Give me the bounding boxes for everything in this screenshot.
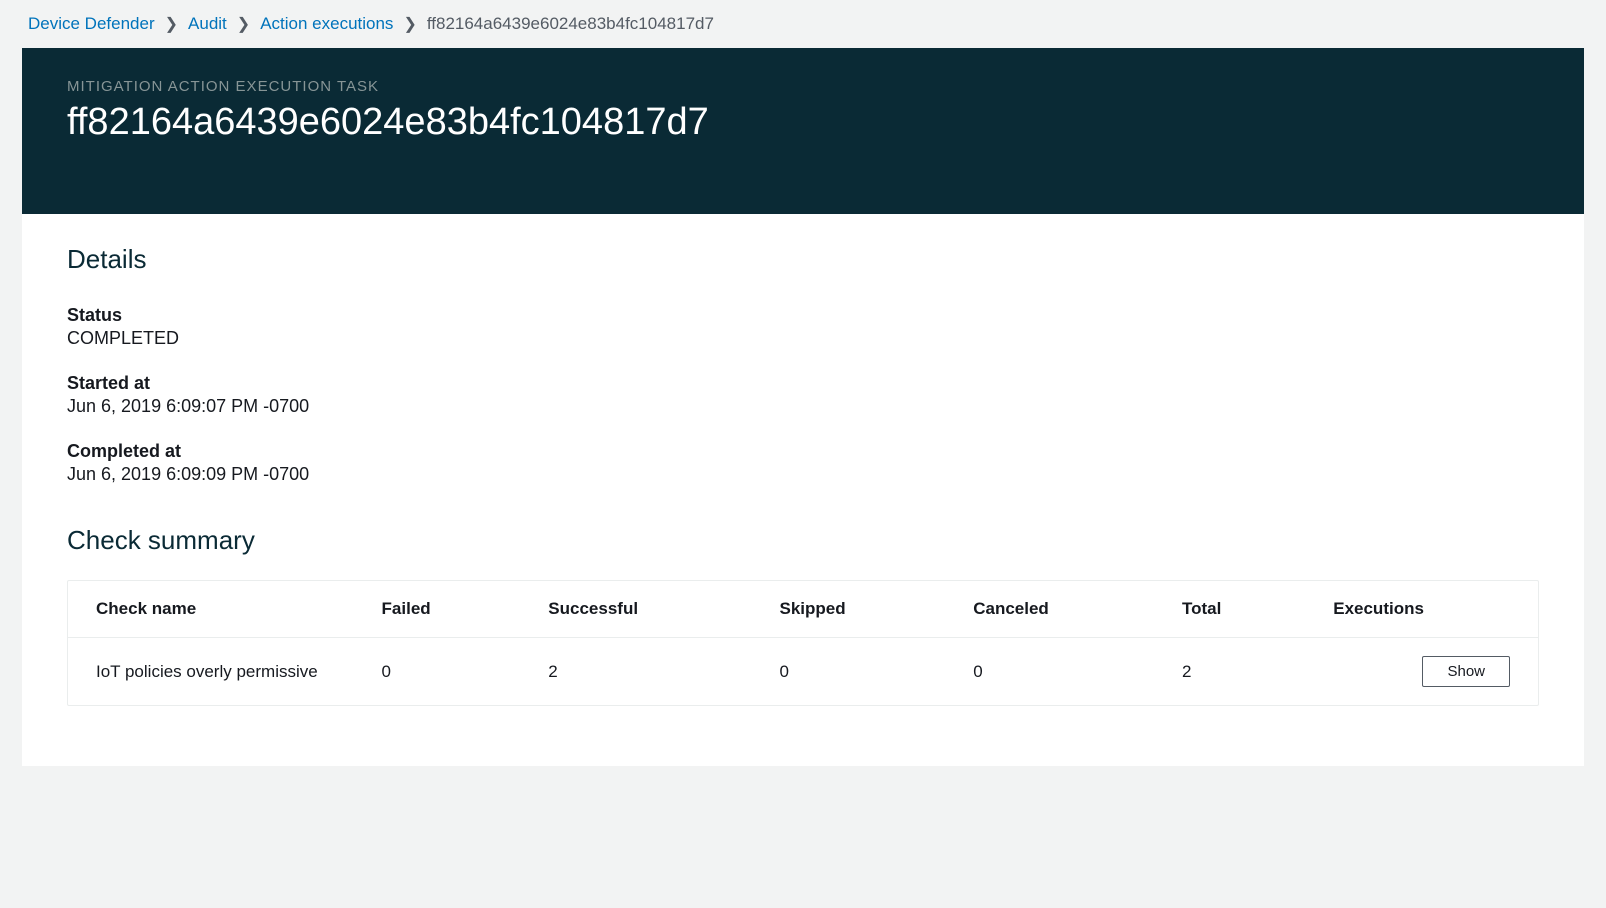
check-summary-table: Check name Failed Successful Skipped Can… — [67, 580, 1539, 706]
column-total: Total — [1154, 581, 1305, 638]
table-row: IoT policies overly permissive 0 2 0 0 2… — [68, 638, 1538, 706]
detail-status: Status COMPLETED — [67, 305, 1539, 349]
column-skipped: Skipped — [752, 581, 946, 638]
check-summary-heading: Check summary — [67, 525, 1539, 556]
status-value: COMPLETED — [67, 328, 1539, 349]
page-title: ff82164a6439e6024e83b4fc104817d7 — [67, 101, 1539, 144]
breadcrumb-link-action-executions[interactable]: Action executions — [260, 14, 393, 34]
cell-total: 2 — [1154, 638, 1305, 706]
status-label: Status — [67, 305, 1539, 326]
column-canceled: Canceled — [945, 581, 1154, 638]
cell-successful: 2 — [520, 638, 751, 706]
chevron-right-icon: ❯ — [165, 14, 178, 34]
cell-executions: Show — [1305, 638, 1538, 706]
breadcrumb-current: ff82164a6439e6024e83b4fc104817d7 — [427, 14, 714, 34]
completed-at-label: Completed at — [67, 441, 1539, 462]
header-banner: MITIGATION ACTION EXECUTION TASK ff82164… — [22, 48, 1584, 214]
cell-canceled: 0 — [945, 638, 1154, 706]
column-successful: Successful — [520, 581, 751, 638]
column-failed: Failed — [354, 581, 521, 638]
completed-at-value: Jun 6, 2019 6:09:09 PM -0700 — [67, 464, 1539, 485]
detail-started-at: Started at Jun 6, 2019 6:09:07 PM -0700 — [67, 373, 1539, 417]
breadcrumb: Device Defender ❯ Audit ❯ Action executi… — [0, 0, 1606, 48]
started-at-label: Started at — [67, 373, 1539, 394]
breadcrumb-link-device-defender[interactable]: Device Defender — [28, 14, 155, 34]
started-at-value: Jun 6, 2019 6:09:07 PM -0700 — [67, 396, 1539, 417]
cell-check-name: IoT policies overly permissive — [68, 638, 354, 706]
column-check-name: Check name — [68, 581, 354, 638]
detail-completed-at: Completed at Jun 6, 2019 6:09:09 PM -070… — [67, 441, 1539, 485]
chevron-right-icon: ❯ — [403, 14, 416, 34]
content-panel: Details Status COMPLETED Started at Jun … — [22, 214, 1584, 766]
column-executions: Executions — [1305, 581, 1538, 638]
cell-failed: 0 — [354, 638, 521, 706]
cell-skipped: 0 — [752, 638, 946, 706]
table-header-row: Check name Failed Successful Skipped Can… — [68, 581, 1538, 638]
header-subtitle: MITIGATION ACTION EXECUTION TASK — [67, 78, 1539, 95]
breadcrumb-link-audit[interactable]: Audit — [188, 14, 227, 34]
chevron-right-icon: ❯ — [237, 14, 250, 34]
show-button[interactable]: Show — [1422, 656, 1510, 687]
details-heading: Details — [67, 244, 1539, 275]
